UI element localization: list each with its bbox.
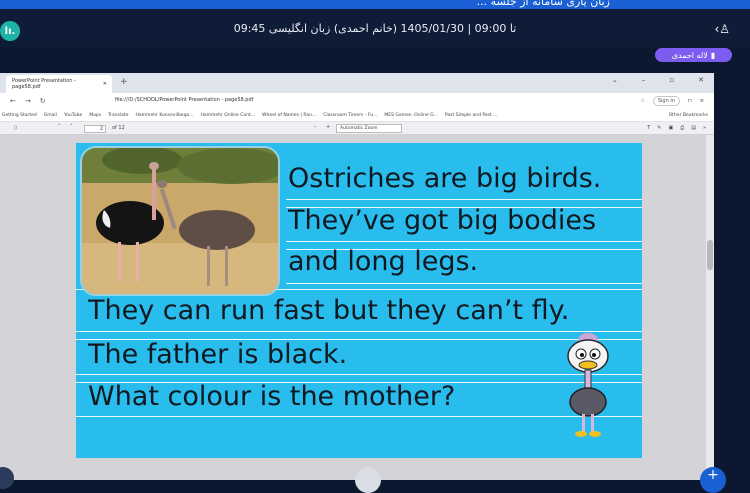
zoom-out-icon[interactable]: –: [314, 124, 317, 130]
more-tools-icon[interactable]: »: [703, 125, 706, 131]
pdf-page: Ostriches are big birds. They’ve got big…: [76, 143, 642, 458]
bookmark-item[interactable]: Classroom Timers - Fu...: [323, 113, 377, 118]
browser-tab[interactable]: PowerPoint Presentation - page58.pdf ✕: [6, 75, 112, 93]
bookmark-star-icon[interactable]: ☆: [640, 98, 644, 104]
text-icon[interactable]: T: [647, 125, 650, 131]
nav-bar: ← → ↻ file:///D:/SCHOOL/PowerPoint Prese…: [0, 93, 714, 110]
reload-icon[interactable]: ↻: [40, 97, 46, 105]
user-menu-icon[interactable]: ‹♙: [714, 22, 730, 36]
pdf-viewer[interactable]: Ostriches are big birds. They’ve got big…: [0, 135, 714, 480]
new-tab-icon[interactable]: +: [120, 77, 128, 87]
browser-window: PowerPoint Presentation - page58.pdf ✕ +…: [0, 73, 714, 480]
slide-line-6: What colour is the mother?: [88, 381, 456, 412]
sign-in-button[interactable]: Sign in: [652, 96, 680, 106]
scrollbar-thumb[interactable]: [707, 240, 713, 270]
page-number-input[interactable]: 2: [84, 125, 106, 133]
back-icon[interactable]: ←: [10, 97, 16, 105]
session-title: 09:45 تا 09:00 | 1405/01/30 (خانم احمدی)…: [233, 22, 517, 35]
bookmark-item[interactable]: Hammehr Online Cont...: [200, 113, 255, 118]
bookmarks-bar: Getting Started Gmail YouTube Maps Trans…: [0, 110, 714, 122]
bookmark-item[interactable]: Hammehr Konsevilbeqa...: [136, 113, 194, 118]
slide-line-3: and long legs.: [288, 246, 479, 277]
slide-line-4: They can run fast but they can’t fly.: [88, 295, 570, 326]
ruled-line: [286, 199, 642, 200]
prev-page-icon[interactable]: ˄: [58, 124, 61, 130]
forward-icon[interactable]: →: [25, 97, 31, 105]
address-bar[interactable]: file:///D:/SCHOOL/PowerPoint Presentatio…: [115, 97, 253, 103]
pdf-toolbar: ▯ ˄ ˅ 2 of 12 – + Automatic Zoom T ✎ ▣ ⎙…: [0, 122, 714, 135]
add-button[interactable]: +: [700, 467, 726, 493]
bookmark-item[interactable]: Translate: [108, 113, 128, 118]
user-name: لاله احمدی: [671, 50, 708, 60]
tab-title: PowerPoint Presentation - page58.pdf: [12, 78, 76, 90]
zoom-select[interactable]: Automatic Zoom: [336, 124, 402, 133]
page-count: of 12: [112, 125, 125, 131]
slide-line-5: The father is black.: [88, 339, 348, 370]
bookmark-item[interactable]: Wheel of Names | Ran...: [262, 113, 316, 118]
top-strip-text: ... زبان یاری سامانه از جلسه: [476, 0, 610, 8]
ostrich-photo: [80, 146, 280, 296]
sidebar-toggle-icon[interactable]: ▯: [14, 125, 17, 131]
extensions-icon[interactable]: ⊓: [688, 98, 692, 104]
zoom-in-icon[interactable]: +: [326, 124, 330, 130]
bookmark-item[interactable]: Past Simple and Past ...: [445, 113, 498, 118]
vertical-scrollbar[interactable]: [706, 135, 714, 480]
top-strip: ... زبان یاری سامانه از جلسه: [0, 0, 750, 9]
tab-bar: PowerPoint Presentation - page58.pdf ✕ +…: [0, 73, 714, 93]
user-name-badge[interactable]: لاله احمدی ▮: [655, 48, 732, 62]
bottom-control-button[interactable]: [355, 467, 381, 493]
bookmark-item[interactable]: YouTube: [64, 113, 82, 118]
bookmark-item[interactable]: MES Games- Online G...: [384, 113, 438, 118]
other-bookmarks[interactable]: Other Bookmarks: [664, 113, 708, 118]
save-icon[interactable]: ▤: [691, 125, 696, 131]
cartoon-ostrich-icon: [558, 330, 618, 440]
bookmark-item[interactable]: Gmail: [44, 113, 57, 118]
microphone-icon: ▮: [710, 50, 716, 60]
close-window-icon[interactable]: ✕: [698, 76, 704, 84]
image-icon[interactable]: ▣: [668, 125, 673, 131]
ruled-line: [286, 241, 642, 242]
maximize-icon[interactable]: ▫: [669, 76, 674, 84]
draw-icon[interactable]: ✎: [657, 125, 661, 131]
close-tab-icon[interactable]: ✕: [103, 81, 107, 87]
menu-icon[interactable]: ≡: [700, 98, 704, 104]
bookmark-item[interactable]: Getting Started: [2, 113, 37, 118]
window-controls: ⌄ – ▫ ✕: [612, 76, 704, 84]
tab-list-icon[interactable]: ⌄: [612, 76, 618, 84]
bookmark-item[interactable]: Maps: [89, 113, 101, 118]
print-icon[interactable]: ⎙: [680, 125, 684, 131]
next-page-icon[interactable]: ˅: [70, 124, 73, 130]
slide-line-1: Ostriches are big birds.: [288, 163, 602, 194]
slide-line-2: They’ve got big bodies: [288, 205, 597, 236]
ruled-line: [286, 283, 642, 284]
minimize-icon[interactable]: –: [642, 76, 646, 84]
session-header: lı. 09:45 تا 09:00 | 1405/01/30 (خانم اح…: [0, 9, 750, 47]
